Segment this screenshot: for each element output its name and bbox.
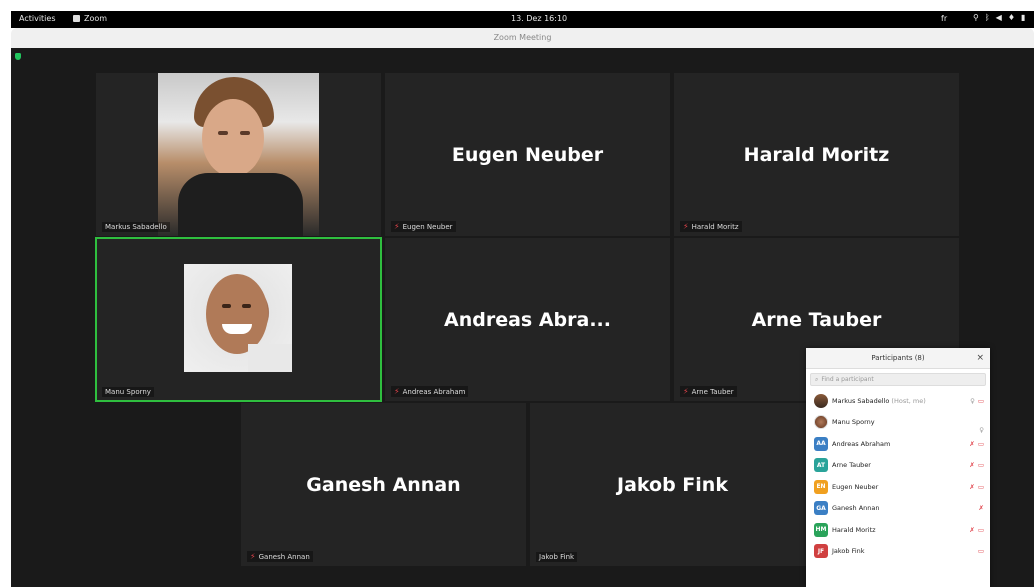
tile-display-name: Ganesh Annan xyxy=(306,473,461,496)
activities-button[interactable]: Activities xyxy=(19,14,56,23)
participant-video xyxy=(184,264,292,372)
avatar: AA xyxy=(814,436,828,451)
microphone-icon: ♀ xyxy=(970,396,975,405)
search-icon: ⌕ xyxy=(815,376,819,383)
system-tray[interactable]: ⚲ ᛒ ◀ ♦ ▮ xyxy=(973,13,1025,22)
zoom-app-icon xyxy=(73,15,80,22)
mic-muted-icon: ✗ xyxy=(969,482,975,491)
mic-muted-icon: ✗ xyxy=(969,461,975,470)
tile-name-label: ⚡ Harald Moritz xyxy=(680,221,742,232)
participants-header: Participants (8) × xyxy=(806,348,990,369)
mic-muted-icon: ✗ xyxy=(969,525,975,534)
mic-muted-icon: ⚡ xyxy=(683,222,689,231)
video-tile-andreas-abraham[interactable]: Andreas Abra... ⚡ Andreas Abraham xyxy=(385,238,670,401)
participant-row[interactable]: EN Eugen Neuber ✗ ▭ xyxy=(806,476,990,498)
volume-icon: ◀ xyxy=(995,13,1002,22)
wifi-icon: ⚲ xyxy=(973,13,979,22)
participant-video xyxy=(158,73,319,236)
close-icon[interactable]: × xyxy=(976,348,984,368)
tile-display-name: Arne Tauber xyxy=(751,308,882,331)
participant-row[interactable]: HM Harald Moritz ✗ ▭ xyxy=(806,519,990,541)
video-off-icon: ▭ xyxy=(977,396,984,405)
tile-display-name: Eugen Neuber xyxy=(451,143,604,166)
tile-name-label: Jakob Fink xyxy=(536,552,578,562)
microphone-icon: ♦ xyxy=(1007,13,1015,22)
video-tile-jakob-fink[interactable]: Jakob Fink Jakob Fink xyxy=(530,403,815,566)
tile-name-label: Manu Sporny xyxy=(102,387,154,397)
video-tile-harald-moritz[interactable]: Harald Moritz ⚡ Harald Moritz xyxy=(674,73,959,236)
tile-name-label: Markus Sabadello xyxy=(102,222,170,232)
avatar xyxy=(814,415,828,430)
mic-muted-icon: ✗ xyxy=(969,439,975,448)
video-tile-markus-sabadello[interactable]: Markus Sabadello xyxy=(96,73,381,236)
participant-row[interactable]: JF Jakob Fink ▭ xyxy=(806,541,990,563)
participant-row[interactable]: GA Ganesh Annan ✗ xyxy=(806,498,990,520)
window-title: Zoom Meeting xyxy=(11,28,1034,48)
video-off-icon: ▭ xyxy=(977,439,984,448)
avatar xyxy=(814,393,828,408)
participant-row[interactable]: Manu Sporny ♀ xyxy=(806,412,990,434)
video-tile-eugen-neuber[interactable]: Eugen Neuber ⚡ Eugen Neuber xyxy=(385,73,670,236)
avatar: JF xyxy=(814,544,828,559)
participant-search-input[interactable]: ⌕ Find a participant xyxy=(810,373,986,386)
video-off-icon: ▭ xyxy=(977,461,984,470)
participants-panel: Participants (8) × ⌕ Find a participant … xyxy=(806,348,990,587)
app-name: Zoom xyxy=(84,14,108,23)
avatar: HM xyxy=(814,522,828,537)
video-tile-manu-sporny[interactable]: Manu Sporny xyxy=(95,237,382,402)
tile-display-name: Jakob Fink xyxy=(617,473,728,496)
battery-icon: ▮ xyxy=(1021,13,1026,22)
mic-muted-icon: ⚡ xyxy=(394,387,400,396)
participant-row[interactable]: Markus Sabadello (Host, me) ♀ ▭ xyxy=(806,390,990,412)
tile-name-label: ⚡ Ganesh Annan xyxy=(247,551,313,562)
mic-muted-icon: ⚡ xyxy=(250,552,256,561)
encryption-shield-icon[interactable] xyxy=(15,53,21,60)
participant-row[interactable]: AA Andreas Abraham ✗ ▭ xyxy=(806,433,990,455)
video-off-icon: ▭ xyxy=(977,547,984,556)
mic-muted-icon: ✗ xyxy=(978,504,984,513)
mic-muted-icon: ⚡ xyxy=(683,387,689,396)
input-language[interactable]: fr xyxy=(941,14,947,23)
tile-name-label: ⚡ Andreas Abraham xyxy=(391,386,469,397)
video-off-icon: ▭ xyxy=(977,525,984,534)
tile-display-name: Andreas Abra... xyxy=(444,308,611,331)
clock[interactable]: 13. Dez 16:10 xyxy=(511,14,567,23)
gnome-top-bar: Activities Zoom 13. Dez 16:10 fr ⚲ ᛒ ◀ ♦… xyxy=(11,11,1034,28)
participant-row[interactable]: AT Arne Tauber ✗ ▭ xyxy=(806,455,990,477)
avatar: GA xyxy=(814,501,828,516)
app-menu[interactable]: Zoom xyxy=(73,14,107,23)
video-off-icon: ▭ xyxy=(977,482,984,491)
video-tile-ganesh-annan[interactable]: Ganesh Annan ⚡ Ganesh Annan xyxy=(241,403,526,566)
tile-display-name: Harald Moritz xyxy=(743,143,890,166)
bluetooth-icon: ᛒ xyxy=(984,13,990,22)
tile-name-label: ⚡ Eugen Neuber xyxy=(391,221,456,232)
participants-title: Participants (8) xyxy=(871,354,925,362)
tile-name-label: ⚡ Arne Tauber xyxy=(680,386,737,397)
mic-muted-icon: ⚡ xyxy=(394,222,400,231)
avatar: EN xyxy=(814,479,828,494)
avatar: AT xyxy=(814,458,828,473)
